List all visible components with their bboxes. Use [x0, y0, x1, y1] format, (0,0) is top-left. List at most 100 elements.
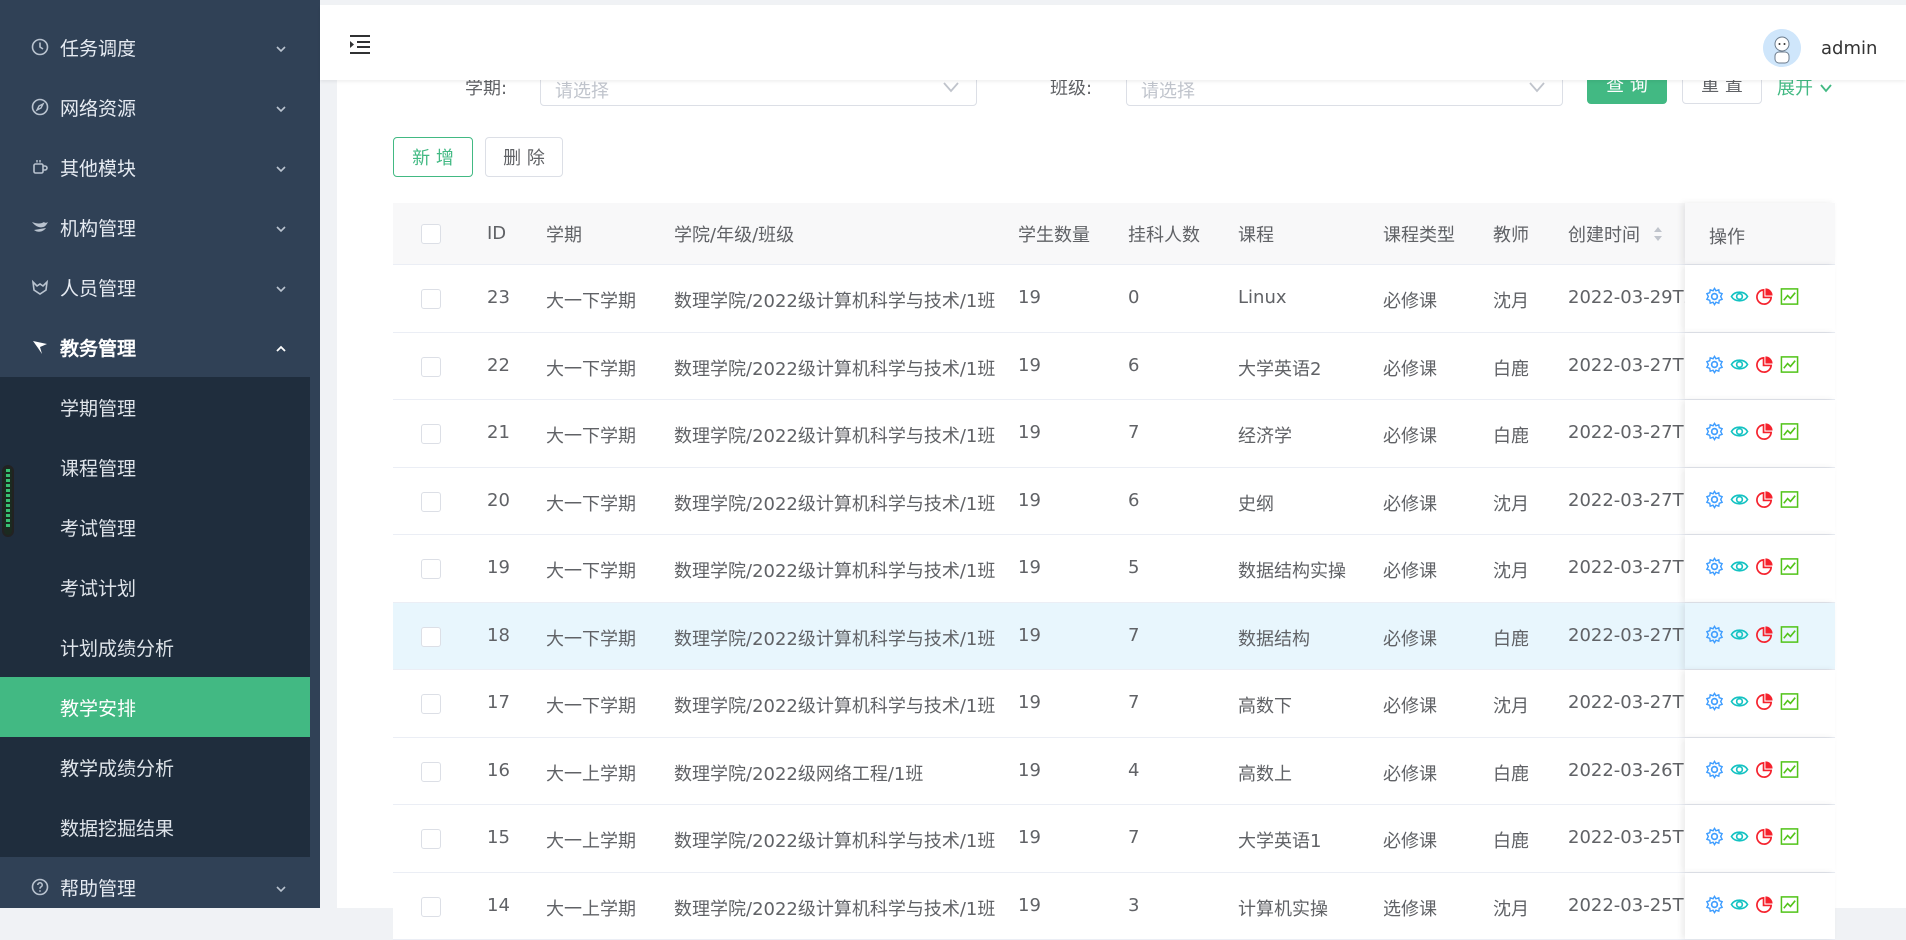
table-row[interactable]: 15大一上学期数理学院/2022级计算机科学与技术/1班197大学英语1必修课白…	[393, 805, 1835, 873]
row-checkbox[interactable]	[421, 424, 441, 444]
pie-chart-icon[interactable]	[1755, 895, 1774, 914]
sidebar-submenu-item[interactable]: 考试管理	[0, 497, 310, 557]
sidebar-menu-item[interactable]: 网络资源	[0, 77, 310, 137]
gear-icon[interactable]	[1705, 422, 1724, 441]
row-checkbox[interactable]	[421, 694, 441, 714]
pie-chart-icon[interactable]	[1755, 760, 1774, 779]
cell-class: 数理学院/2022级网络工程/1班	[674, 760, 923, 786]
question-icon	[30, 877, 50, 897]
sidebar-submenu: 学期管理课程管理考试管理考试计划计划成绩分析教学安排教学成绩分析数据挖掘结果	[0, 377, 310, 857]
cell-students: 19	[1018, 490, 1041, 511]
col-actions: 操作	[1709, 223, 1745, 249]
sidebar-menu-label: 机构管理	[60, 214, 136, 241]
gear-icon[interactable]	[1705, 760, 1724, 779]
eye-icon[interactable]	[1730, 490, 1749, 509]
row-checkbox[interactable]	[421, 289, 441, 309]
gear-icon[interactable]	[1705, 625, 1724, 644]
menu-fold-icon[interactable]	[348, 33, 372, 55]
line-chart-icon[interactable]	[1780, 895, 1799, 914]
sidebar-submenu-item[interactable]: 计划成绩分析	[0, 617, 310, 677]
gear-icon[interactable]	[1705, 355, 1724, 374]
gear-icon[interactable]	[1705, 692, 1724, 711]
line-chart-icon[interactable]	[1780, 692, 1799, 711]
table-row[interactable]: 21大一下学期数理学院/2022级计算机科学与技术/1班197经济学必修课白鹿2…	[393, 400, 1835, 468]
table-row[interactable]: 17大一下学期数理学院/2022级计算机科学与技术/1班197高数下必修课沈月2…	[393, 670, 1835, 738]
eye-icon[interactable]	[1730, 692, 1749, 711]
sidebar-menu-item[interactable]: 教务管理	[0, 317, 310, 377]
cell-created: 2022-03-25T14	[1568, 827, 1685, 848]
sidebar-menu-label: 其他模块	[60, 154, 136, 181]
gear-icon[interactable]	[1705, 827, 1724, 846]
pie-chart-icon[interactable]	[1755, 557, 1774, 576]
add-button[interactable]: 新 增	[393, 137, 473, 177]
row-checkbox[interactable]	[421, 357, 441, 377]
line-chart-icon[interactable]	[1780, 760, 1799, 779]
pie-chart-icon[interactable]	[1755, 287, 1774, 306]
eye-icon[interactable]	[1730, 422, 1749, 441]
eye-icon[interactable]	[1730, 355, 1749, 374]
sidebar-menu-item[interactable]: 其他模块	[0, 137, 310, 197]
eye-icon[interactable]	[1730, 895, 1749, 914]
table-row[interactable]: 20大一下学期数理学院/2022级计算机科学与技术/1班196史纲必修课沈月20…	[393, 468, 1835, 536]
sidebar-submenu-item[interactable]: 教学安排	[0, 677, 310, 737]
row-checkbox[interactable]	[421, 492, 441, 512]
row-checkbox[interactable]	[421, 829, 441, 849]
username[interactable]: admin	[1821, 38, 1877, 59]
sidebar-menu-item[interactable]: 机构管理	[0, 197, 310, 257]
cell-failed: 0	[1128, 287, 1139, 308]
row-checkbox[interactable]	[421, 762, 441, 782]
col-course-type: 课程类型	[1383, 221, 1455, 247]
table-row[interactable]: 23大一下学期数理学院/2022级计算机科学与技术/1班190Linux必修课沈…	[393, 265, 1835, 333]
sidebar-submenu-item[interactable]: 课程管理	[0, 437, 310, 497]
pie-chart-icon[interactable]	[1755, 422, 1774, 441]
sidebar-menu-item[interactable]: 人员管理	[0, 257, 310, 317]
sidebar-submenu-item[interactable]: 数据挖掘结果	[0, 797, 310, 857]
col-created[interactable]: 创建时间	[1568, 221, 1640, 247]
cell-created: 2022-03-25T14	[1568, 895, 1685, 916]
delete-button[interactable]: 删 除	[485, 137, 563, 177]
eye-icon[interactable]	[1730, 760, 1749, 779]
sidebar-submenu-item[interactable]: 教学成绩分析	[0, 737, 310, 797]
line-chart-icon[interactable]	[1780, 625, 1799, 644]
row-checkbox[interactable]	[421, 627, 441, 647]
sidebar-menu-item[interactable]: 帮助管理	[0, 857, 310, 908]
gear-icon[interactable]	[1705, 490, 1724, 509]
row-checkbox[interactable]	[421, 559, 441, 579]
eye-icon[interactable]	[1730, 625, 1749, 644]
sidebar-menu-item[interactable]: 任务调度	[0, 17, 310, 77]
table-row[interactable]: 16大一上学期数理学院/2022级网络工程/1班194高数上必修课白鹿2022-…	[393, 738, 1835, 806]
line-chart-icon[interactable]	[1780, 557, 1799, 576]
gear-icon[interactable]	[1705, 287, 1724, 306]
table-row[interactable]: 14大一上学期数理学院/2022级计算机科学与技术/1班193计算机实操选修课沈…	[393, 873, 1835, 940]
cell-teacher: 白鹿	[1493, 355, 1529, 381]
pie-chart-icon[interactable]	[1755, 490, 1774, 509]
pie-chart-icon[interactable]	[1755, 827, 1774, 846]
user-avatar[interactable]	[1763, 29, 1801, 67]
line-chart-icon[interactable]	[1780, 287, 1799, 306]
row-checkbox[interactable]	[421, 897, 441, 917]
line-chart-icon[interactable]	[1780, 422, 1799, 441]
line-chart-icon[interactable]	[1780, 490, 1799, 509]
pie-chart-icon[interactable]	[1755, 625, 1774, 644]
cell-course-type: 必修课	[1383, 287, 1437, 313]
eye-icon[interactable]	[1730, 557, 1749, 576]
cell-term: 大一上学期	[546, 827, 636, 853]
fixed-action-cell	[1685, 400, 1835, 467]
sidebar-submenu-item[interactable]: 考试计划	[0, 557, 310, 617]
line-chart-icon[interactable]	[1780, 355, 1799, 374]
cell-course-type: 必修课	[1383, 557, 1437, 583]
table-row[interactable]: 18大一下学期数理学院/2022级计算机科学与技术/1班197数据结构必修课白鹿…	[393, 603, 1835, 671]
sidebar-submenu-item[interactable]: 学期管理	[0, 377, 310, 437]
eye-icon[interactable]	[1730, 827, 1749, 846]
pie-chart-icon[interactable]	[1755, 355, 1774, 374]
table-row[interactable]: 22大一下学期数理学院/2022级计算机科学与技术/1班196大学英语2必修课白…	[393, 333, 1835, 401]
sort-icon[interactable]	[1653, 226, 1663, 242]
line-chart-icon[interactable]	[1780, 827, 1799, 846]
gear-icon[interactable]	[1705, 895, 1724, 914]
gear-icon[interactable]	[1705, 557, 1724, 576]
table-row[interactable]: 19大一下学期数理学院/2022级计算机科学与技术/1班195数据结构实操必修课…	[393, 535, 1835, 603]
eye-icon[interactable]	[1730, 287, 1749, 306]
select-all-checkbox[interactable]	[421, 224, 441, 244]
pie-chart-icon[interactable]	[1755, 692, 1774, 711]
cell-class: 数理学院/2022级计算机科学与技术/1班	[674, 287, 995, 313]
